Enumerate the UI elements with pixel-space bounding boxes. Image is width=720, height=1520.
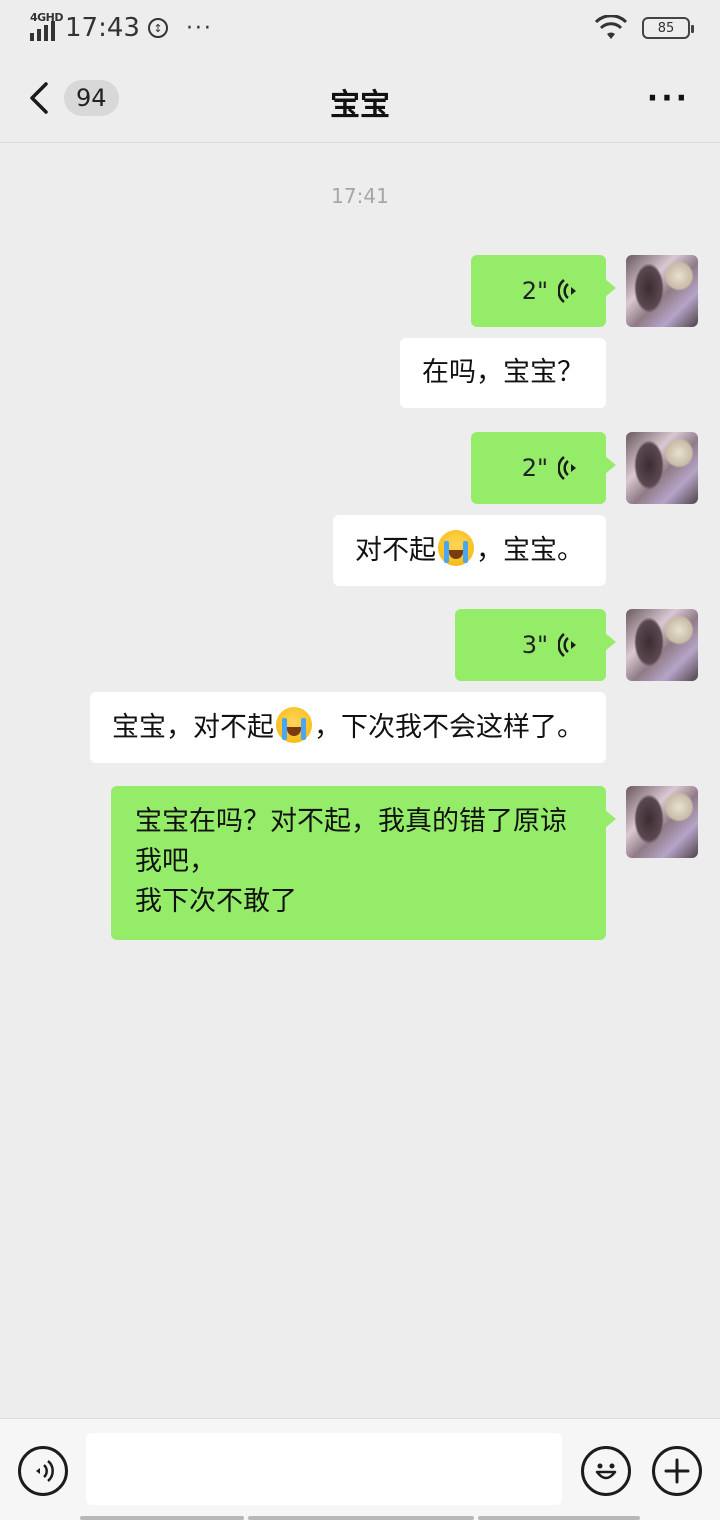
message-row: 宝宝，对不起 ，下次我不会这样了。 [90, 692, 606, 763]
unread-count-badge: 94 [64, 80, 119, 116]
voice-message-bubble[interactable]: 3" [455, 609, 616, 681]
avatar[interactable] [626, 609, 698, 681]
message-text-line: 我下次不敢了 [135, 886, 297, 917]
voice-input-button[interactable] [18, 1446, 68, 1496]
chevron-left-icon [30, 82, 48, 114]
more-options-button[interactable]: ··· [647, 84, 690, 114]
message-row: 对不起 ，宝宝。 [333, 515, 606, 586]
voice-duration: 2" [521, 454, 548, 482]
message-text: ，下次我不会这样了。 [314, 712, 584, 743]
message-text-line: 宝宝在吗？对不起，我真的错了原谅我吧， [135, 806, 567, 877]
text-message-bubble[interactable]: 对不起 ，宝宝。 [333, 515, 606, 586]
emoji-button[interactable] [581, 1446, 631, 1496]
text-message-bubble[interactable]: 宝宝在吗？对不起，我真的错了原谅我吧， 我下次不敢了 [111, 786, 616, 940]
notification-dots: ··· [185, 15, 213, 41]
data-saver-icon: ↕ [147, 18, 168, 38]
message-row: 2" [471, 255, 698, 327]
voice-wave-icon [558, 279, 576, 303]
chat-header: 94 宝宝 ··· [0, 56, 720, 143]
message-row: 2" [471, 432, 698, 504]
avatar[interactable] [626, 432, 698, 504]
voice-input-icon [36, 1460, 54, 1482]
voice-duration: 3" [521, 631, 548, 659]
nav-indicator [248, 1516, 474, 1520]
wifi-icon [594, 15, 628, 39]
text-message-bubble[interactable]: 在吗，宝宝？ [400, 338, 606, 408]
message-input[interactable] [86, 1433, 562, 1505]
voice-wave-icon [558, 456, 576, 480]
loudly-crying-face-emoji [276, 707, 312, 743]
avatar[interactable] [626, 786, 698, 858]
nav-indicator [478, 1516, 640, 1520]
nav-indicator [80, 1516, 244, 1520]
smiley-icon [595, 1463, 617, 1480]
input-bar [0, 1418, 720, 1520]
plus-icon [664, 1458, 690, 1484]
battery-level: 85 [657, 20, 675, 36]
back-button[interactable]: 94 [24, 78, 119, 118]
message-timestamp: 17:41 [331, 184, 389, 208]
loudly-crying-face-emoji [438, 530, 474, 566]
text-message-bubble[interactable]: 宝宝，对不起 ，下次我不会这样了。 [90, 692, 606, 763]
message-text: ，宝宝。 [476, 535, 584, 566]
voice-message-bubble[interactable]: 2" [471, 255, 616, 327]
message-row: 宝宝在吗？对不起，我真的错了原谅我吧， 我下次不敢了 [111, 786, 698, 940]
voice-message-bubble[interactable]: 2" [471, 432, 616, 504]
message-text: 宝宝，对不起 [112, 712, 274, 743]
battery-icon: 85 [642, 17, 694, 39]
voice-duration: 2" [521, 277, 548, 305]
signal-icon: 4GHD [30, 11, 64, 41]
voice-wave-icon [558, 633, 576, 657]
message-text: 在吗，宝宝？ [422, 357, 584, 388]
more-functions-button[interactable] [652, 1446, 702, 1496]
status-time: 17:43 [65, 13, 140, 43]
message-text: 对不起 [355, 535, 436, 566]
avatar[interactable] [626, 255, 698, 327]
status-bar: 4GHD 17:43 ↕ ··· 85 [0, 0, 720, 56]
message-row: 3" [455, 609, 698, 681]
message-row: 在吗，宝宝？ [400, 338, 606, 408]
network-type: 4GHD [30, 11, 64, 24]
